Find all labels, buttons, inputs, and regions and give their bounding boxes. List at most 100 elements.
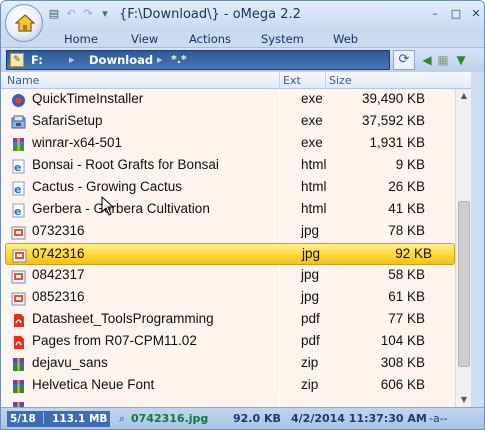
customize-toolbar-icon[interactable]: ▾ bbox=[98, 7, 112, 20]
file-row[interactable]: 0732316 jpg 78 KB bbox=[1, 221, 471, 243]
file-row[interactable]: 0842317 jpg 58 KB bbox=[1, 265, 471, 287]
scrollbar-thumb[interactable] bbox=[458, 201, 470, 367]
file-extension: pdf bbox=[301, 333, 320, 348]
column-name[interactable]: Name bbox=[7, 74, 39, 87]
undo-icon[interactable]: ↶ bbox=[64, 7, 78, 20]
back-arrow-icon[interactable]: ◀ bbox=[419, 51, 435, 69]
file-row[interactable]: QuickTimeInstaller exe 39,490 KB bbox=[1, 89, 471, 111]
file-row[interactable]: Datasheet_ToolsProgramming pdf 77 KB bbox=[1, 309, 471, 331]
file-name: 0732316 bbox=[32, 223, 85, 238]
column-divider[interactable] bbox=[325, 72, 326, 89]
file-row[interactable]: winrar-x64-501 exe 1,931 KB bbox=[1, 133, 471, 155]
file-row[interactable]: Helvetica Neue Font zip 606 KB bbox=[1, 375, 471, 397]
breadcrumb-folder[interactable]: Download bbox=[89, 53, 153, 67]
ie-html-icon: e bbox=[12, 181, 25, 196]
selection-count-value: 5/18 bbox=[10, 413, 36, 425]
file-row[interactable]: Pages from R07-CPM11.02 pdf 104 KB bbox=[1, 331, 471, 353]
file-name: Cactus - Growing Cactus bbox=[32, 179, 183, 194]
breadcrumb-drive[interactable]: F: bbox=[31, 53, 43, 67]
ribbon-tabs: Home View Actions System Web bbox=[1, 31, 484, 47]
search-icon[interactable]: ⌕ bbox=[119, 412, 125, 426]
quick-access-toolbar: ▤ ↶ ↷ ▾ bbox=[47, 7, 112, 20]
path-breadcrumb[interactable]: ✎ F: ▸ Download ▸ *.* bbox=[6, 50, 390, 70]
vertical-scrollbar[interactable]: ▲ ▼ bbox=[455, 89, 471, 407]
ie-html-icon: e bbox=[12, 159, 25, 174]
minimize-button[interactable]: – bbox=[424, 5, 446, 23]
file-name: Helvetica Neue Font bbox=[32, 377, 155, 392]
edit-path-icon[interactable]: ✎ bbox=[10, 53, 24, 67]
tab-home[interactable]: Home bbox=[64, 32, 98, 46]
quick-access-menu-icon[interactable]: ▤ bbox=[47, 7, 61, 20]
file-extension: jpg bbox=[301, 267, 320, 282]
mouse-cursor-icon bbox=[101, 196, 115, 216]
tab-actions[interactable]: Actions bbox=[189, 32, 231, 46]
file-name: Datasheet_ToolsProgramming bbox=[32, 311, 214, 326]
file-row[interactable]: 0852316 jpg 61 KB bbox=[1, 287, 471, 309]
archive-icon bbox=[13, 358, 24, 371]
file-name: dejavu_sans bbox=[32, 355, 108, 370]
tab-view[interactable]: View bbox=[131, 32, 158, 46]
status-bar: 5/18 113.1 MB ⌕ 0742316.jpg 92.0 KB 4/2/… bbox=[1, 407, 484, 429]
file-size: 606 KB bbox=[380, 377, 425, 392]
file-size: 39,490 KB bbox=[361, 91, 425, 106]
dropdown-arrow-icon[interactable]: ▼ bbox=[453, 51, 469, 69]
file-extension: jpg bbox=[301, 223, 320, 238]
file-extension: jpg bbox=[301, 289, 320, 304]
scroll-up-icon[interactable]: ▲ bbox=[456, 89, 472, 103]
window-title: {F:\Download\} - oMega 2.2 bbox=[119, 7, 301, 22]
selection-count: 5/18 113.1 MB bbox=[7, 411, 111, 427]
file-row[interactable]: dejavu_sans zip 308 KB bbox=[1, 353, 471, 375]
image-icon bbox=[11, 270, 26, 284]
file-row[interactable]: e Cactus - Growing Cactus html 26 KB bbox=[1, 177, 471, 199]
file-size: 77 KB bbox=[388, 311, 425, 326]
file-row[interactable] bbox=[1, 397, 471, 407]
file-extension: zip bbox=[301, 355, 319, 370]
file-row[interactable]: e Bonsai - Root Grafts for Bonsai html 9 KB bbox=[1, 155, 471, 177]
column-header: Name Ext Size bbox=[1, 72, 471, 89]
pdf-icon bbox=[14, 336, 24, 349]
folder-icon[interactable]: ▦ bbox=[435, 51, 451, 69]
status-filesize: 92.0 KB bbox=[233, 412, 281, 425]
column-ext[interactable]: Ext bbox=[283, 74, 301, 87]
file-name: Gerbera - Gerbera Cultivation bbox=[32, 201, 210, 216]
status-date: 4/2/2014 11:37:30 AM bbox=[291, 412, 427, 425]
breadcrumb-separator-icon[interactable]: ▸ bbox=[69, 53, 75, 66]
app-window: ▤ ↶ ↷ ▾ {F:\Download\} - oMega 2.2 – □ ✕… bbox=[0, 0, 485, 430]
scroll-down-icon[interactable]: ▼ bbox=[456, 393, 472, 407]
file-size: 58 KB bbox=[388, 267, 425, 282]
redo-icon[interactable]: ↷ bbox=[81, 7, 95, 20]
file-row-selected[interactable]: 0742316 jpg 92 KB bbox=[5, 243, 455, 265]
close-button[interactable]: ✕ bbox=[465, 5, 484, 23]
file-size: 1,931 KB bbox=[369, 135, 425, 150]
status-attributes: -a-- bbox=[429, 412, 448, 425]
file-name: 0852316 bbox=[32, 289, 85, 304]
file-size: 92 KB bbox=[395, 246, 432, 261]
file-name: winrar-x64-501 bbox=[32, 135, 123, 150]
maximize-button[interactable]: □ bbox=[445, 5, 467, 23]
column-divider[interactable] bbox=[279, 72, 280, 89]
file-name: 0842317 bbox=[32, 267, 85, 282]
address-bar: ✎ F: ▸ Download ▸ *.* ⟳ ◀ ▦ ▼ bbox=[1, 47, 484, 72]
breadcrumb-separator-icon[interactable]: ▸ bbox=[157, 53, 163, 66]
pdf-icon bbox=[14, 314, 24, 327]
tab-web[interactable]: Web bbox=[333, 32, 358, 46]
column-size[interactable]: Size bbox=[329, 74, 352, 87]
file-extension: html bbox=[301, 201, 327, 216]
tab-system[interactable]: System bbox=[261, 32, 304, 46]
file-name: QuickTimeInstaller bbox=[32, 91, 144, 106]
file-row[interactable]: SafariSetup exe 37,592 KB bbox=[1, 111, 471, 133]
file-size: 41 KB bbox=[388, 201, 425, 216]
app-menu-button[interactable] bbox=[5, 4, 43, 42]
file-extension: exe bbox=[301, 91, 323, 106]
winrar-icon bbox=[13, 138, 24, 151]
home-icon bbox=[15, 14, 35, 32]
title-bar[interactable]: ▤ ↶ ↷ ▾ {F:\Download\} - oMega 2.2 – □ ✕ bbox=[1, 1, 484, 31]
refresh-button[interactable]: ⟳ bbox=[393, 50, 415, 70]
file-extension: jpg bbox=[302, 246, 321, 261]
file-size: 78 KB bbox=[388, 223, 425, 238]
file-row[interactable]: e Gerbera - Gerbera Cultivation html 41 KB bbox=[1, 199, 471, 221]
file-filter[interactable]: *.* bbox=[171, 53, 187, 66]
quicktime-icon bbox=[12, 94, 25, 107]
installer-icon bbox=[11, 115, 26, 129]
file-extension: zip bbox=[301, 377, 319, 392]
